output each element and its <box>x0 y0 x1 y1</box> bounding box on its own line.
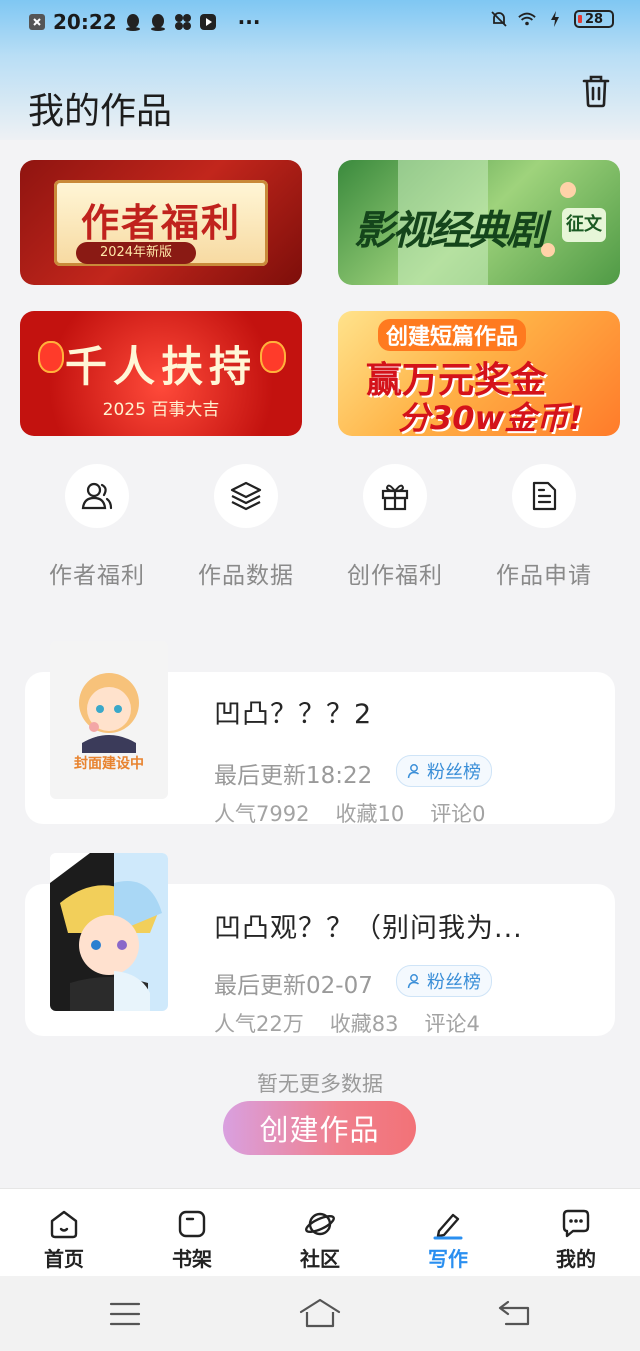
bottom-tab-bar: 首页 书架 社区 写作 我的 <box>0 1188 640 1277</box>
banner-title: 千人扶持 <box>64 342 257 391</box>
tab-bookshelf[interactable]: 书架 <box>128 1189 256 1277</box>
quick-action-circle <box>363 464 427 528</box>
qq-icon <box>125 14 140 31</box>
layers-icon <box>230 481 262 511</box>
document-icon <box>532 481 557 511</box>
quick-action-circle <box>214 464 278 528</box>
popularity-count: 人气7992 <box>214 802 310 826</box>
trash-icon[interactable] <box>580 74 612 108</box>
notification-close-icon <box>29 14 45 30</box>
system-navigation-bar <box>0 1276 640 1351</box>
bell-muted-icon <box>491 11 507 27</box>
battery-indicator: 28 <box>574 10 614 28</box>
banner-title: 影视经典剧 <box>354 207 546 254</box>
users-icon <box>81 482 113 510</box>
tab-label: 首页 <box>44 1247 84 1271</box>
tab-mine[interactable]: 我的 <box>512 1189 640 1277</box>
banner-support-program[interactable]: 千人扶持 2025 百事大吉 <box>20 311 302 436</box>
tab-writing[interactable]: 写作 <box>384 1189 512 1277</box>
app-notification-icon <box>174 14 191 30</box>
quick-action-circle <box>512 464 576 528</box>
gift-icon <box>381 484 409 511</box>
status-more: ··· <box>237 10 261 34</box>
quick-action-label: 作品申请 <box>496 563 592 589</box>
work-title[interactable]: 凹凸？？？2 <box>214 692 372 731</box>
banner-tag: 征文 <box>562 208 606 242</box>
banner-short-story-contest[interactable]: 创建短篇作品 赢万元奖金 分30w金币! <box>338 311 620 436</box>
tab-community[interactable]: 社区 <box>256 1189 384 1277</box>
user-icon <box>407 764 420 779</box>
cover-art-illustration <box>50 853 168 1011</box>
banner-subtitle: 2025 百事大吉 <box>102 400 220 420</box>
quick-action-label: 作品数据 <box>198 563 294 589</box>
avatar-placeholder-illustration <box>79 673 139 753</box>
home-icon <box>50 1210 78 1239</box>
chat-icon <box>562 1209 590 1238</box>
comments-count: 评论4 <box>424 1012 480 1036</box>
favorites-count: 收藏83 <box>329 1012 399 1036</box>
charging-icon <box>551 11 559 27</box>
tab-label: 我的 <box>556 1247 596 1271</box>
quick-action-label: 创作福利 <box>347 563 443 589</box>
user-icon <box>407 974 420 989</box>
tab-label: 写作 <box>428 1247 468 1271</box>
no-more-data-text: 暂无更多数据 <box>257 1072 383 1096</box>
banner-title: 作者福利 <box>80 200 241 245</box>
work-last-updated: 最后更新18:22 <box>214 763 373 789</box>
quick-action-creation-welfare[interactable]: 创作福利 <box>320 464 470 590</box>
fan-ranking-badge[interactable]: 粉丝榜 <box>396 755 492 787</box>
tab-label: 社区 <box>300 1247 340 1271</box>
fan-ranking-badge[interactable]: 粉丝榜 <box>396 965 492 997</box>
status-time: 20:22 <box>53 10 117 34</box>
work-title[interactable]: 凹凸观？？（别问我为... <box>214 906 523 945</box>
planet-icon <box>305 1212 335 1236</box>
work-cover[interactable] <box>50 853 168 1011</box>
quick-action-author-welfare[interactable]: 作者福利 <box>22 464 172 590</box>
tab-label: 书架 <box>172 1247 212 1271</box>
media-play-icon <box>199 14 216 30</box>
comments-count: 评论0 <box>430 802 486 826</box>
quick-action-label: 作者福利 <box>49 563 145 589</box>
create-work-button[interactable]: 创建作品 <box>223 1101 416 1155</box>
favorites-count: 收藏10 <box>335 802 405 826</box>
quick-action-work-application[interactable]: 作品申请 <box>469 464 619 590</box>
back-icon[interactable] <box>496 1298 536 1328</box>
work-stats: 人气7992 收藏10 评论0 <box>214 798 486 828</box>
quick-action-work-data[interactable]: 作品数据 <box>171 464 321 590</box>
home-nav-icon[interactable] <box>298 1296 342 1330</box>
tab-home[interactable]: 首页 <box>0 1189 128 1277</box>
quick-action-circle <box>65 464 129 528</box>
badge-label: 粉丝榜 <box>427 972 481 993</box>
pen-icon <box>433 1213 463 1240</box>
bookshelf-icon <box>178 1210 206 1238</box>
menu-icon[interactable] <box>108 1300 142 1328</box>
banner-film-contest[interactable]: 影视经典剧 征文 <box>338 160 620 285</box>
banner-subtitle: 2024年新版 <box>76 242 196 264</box>
work-stats: 人气22万 收藏83 评论4 <box>214 1008 480 1038</box>
banner-line1: 创建短篇作品 <box>378 319 527 351</box>
work-cover[interactable]: 封面建设中 <box>50 641 168 799</box>
cover-placeholder-text: 封面建设中 <box>74 756 144 772</box>
banner-line3: 分30w金币! <box>398 399 583 436</box>
page-title: 我的作品 <box>28 91 173 132</box>
qq-icon-2 <box>150 14 165 31</box>
popularity-count: 人气22万 <box>214 1012 304 1036</box>
banner-author-welfare[interactable]: 作者福利 2024年新版 <box>20 160 302 285</box>
work-last-updated: 最后更新02-07 <box>214 973 373 999</box>
wifi-icon <box>518 12 536 26</box>
status-bar: 20:22 ··· 28 <box>0 0 640 44</box>
badge-label: 粉丝榜 <box>427 762 481 783</box>
